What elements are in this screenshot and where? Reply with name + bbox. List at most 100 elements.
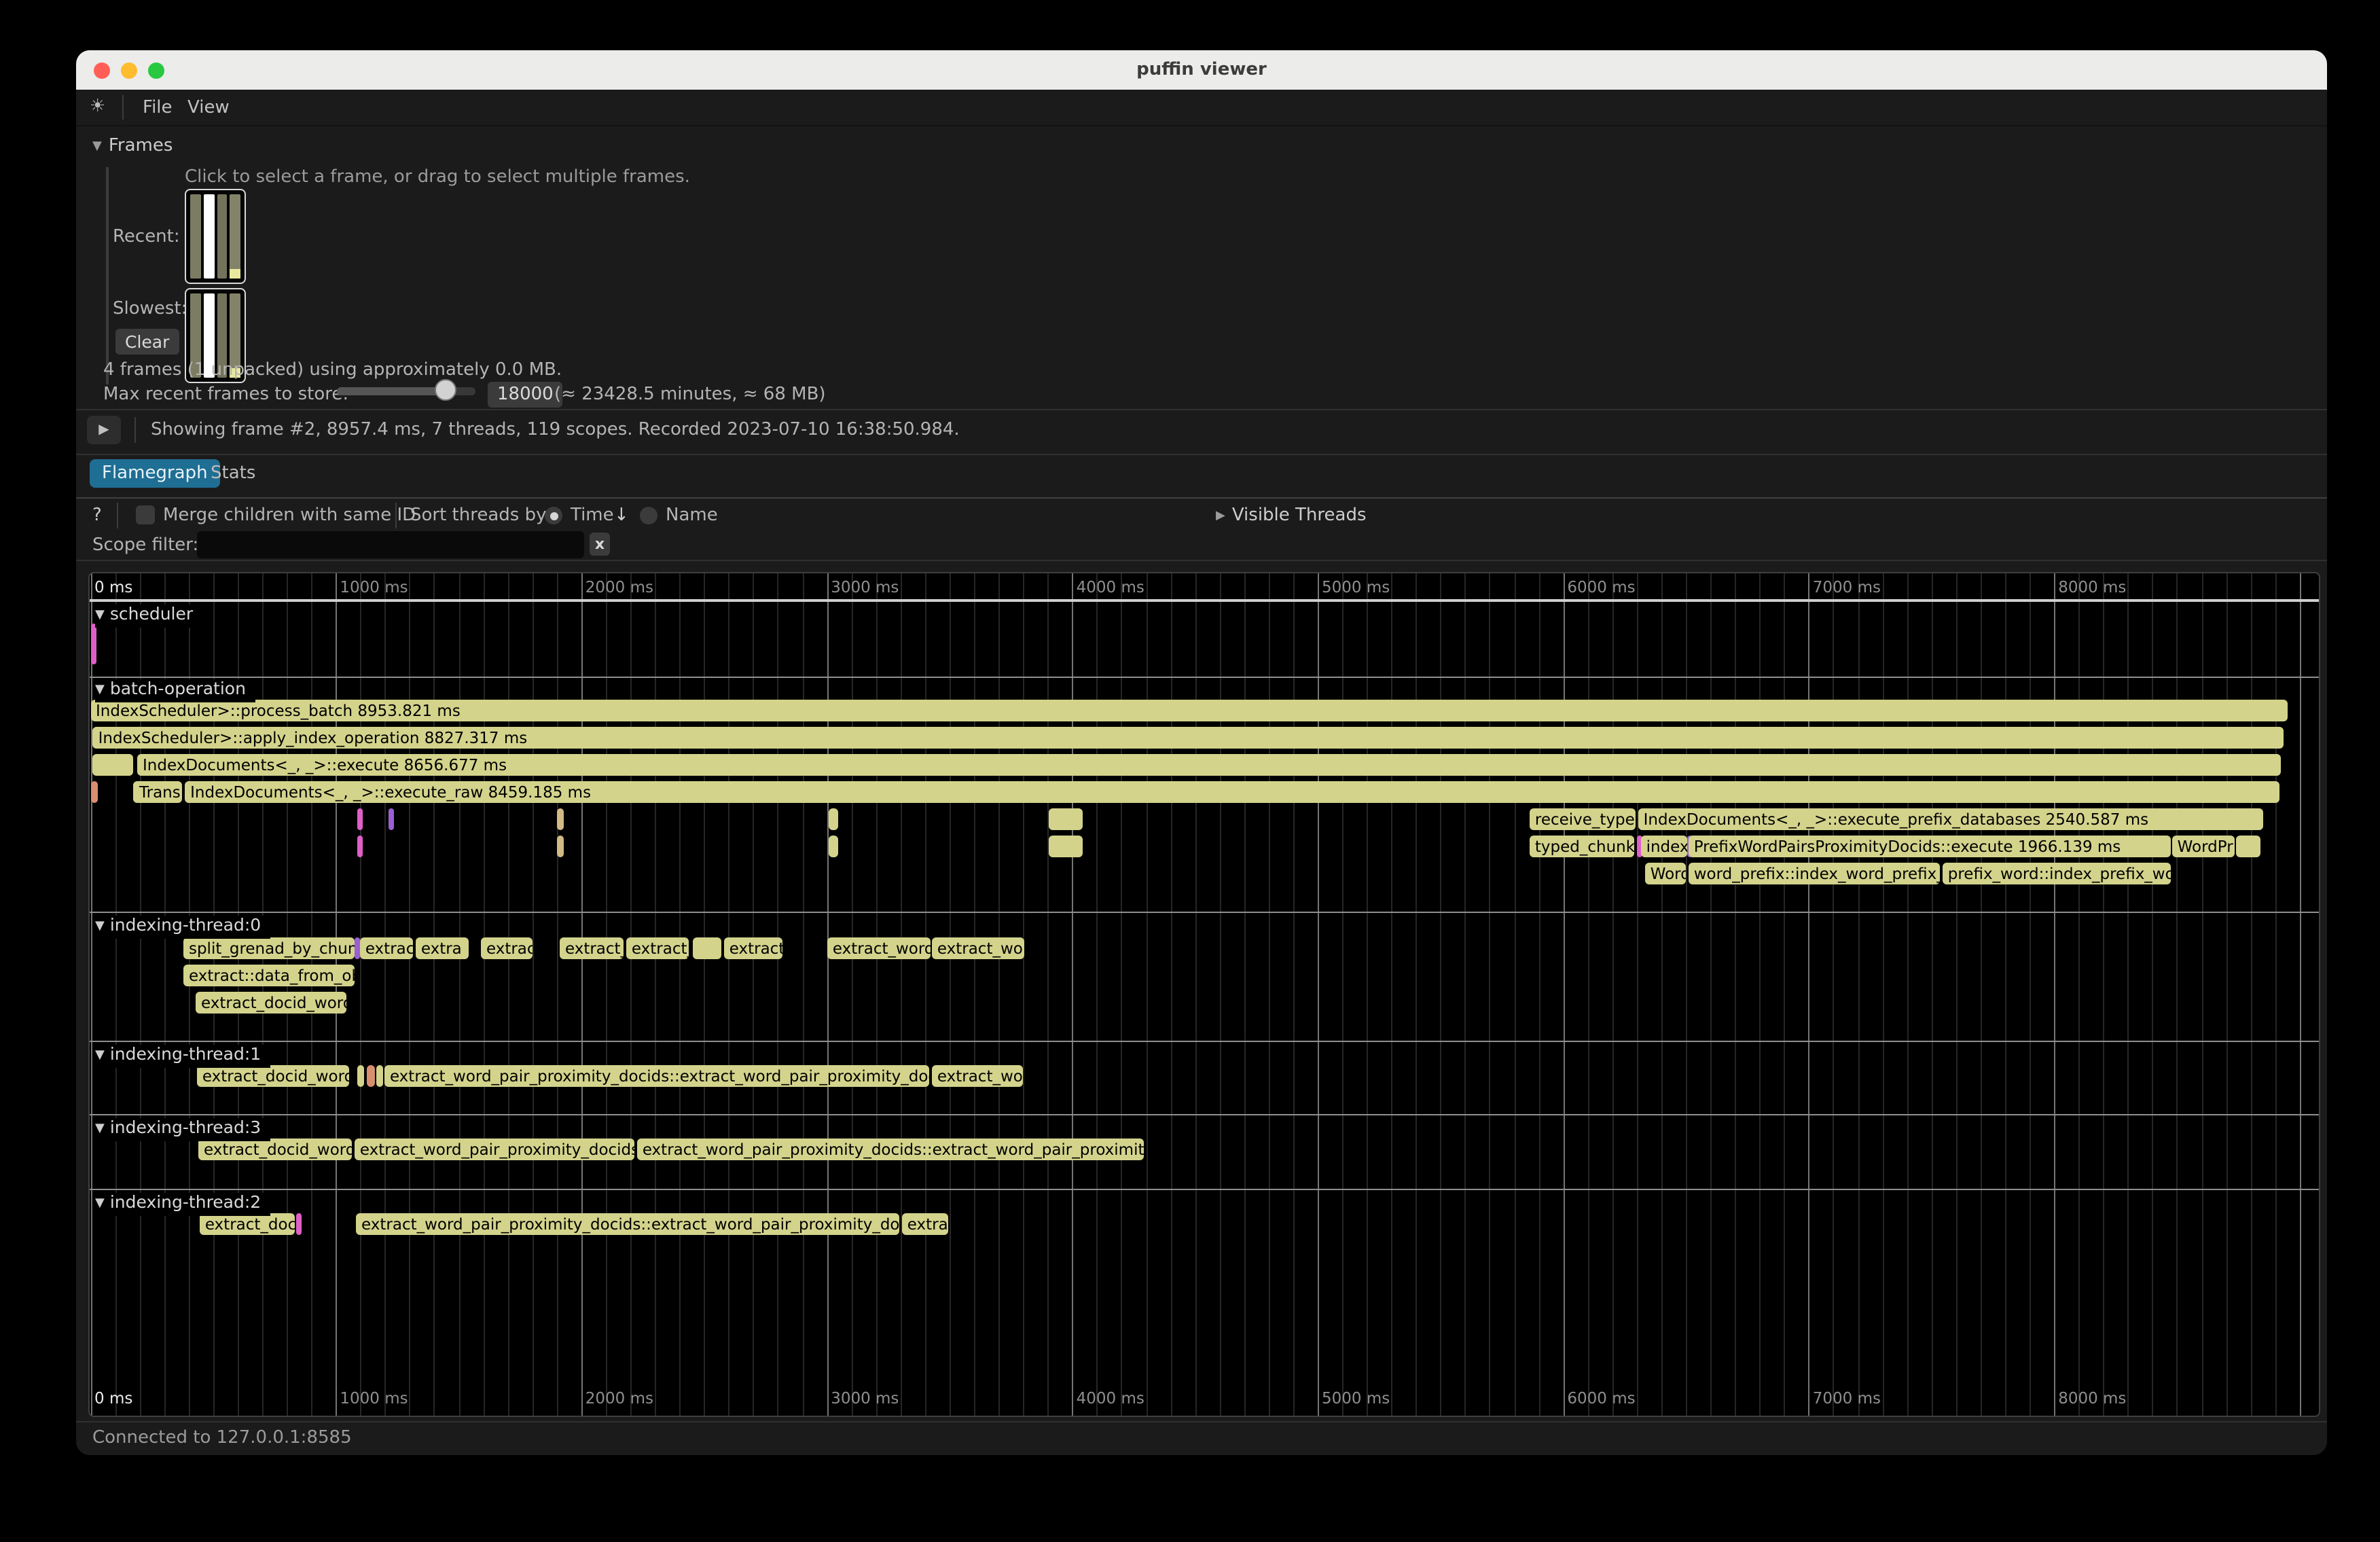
axis-tick-label: 1000 ms [340,577,408,596]
scope-bar[interactable]: extract_docid_word [198,1138,352,1160]
scope-bar[interactable] [557,808,564,830]
thread-header-scheduler[interactable]: ▼scheduler [95,605,202,628]
section-separator [90,599,2319,602]
max-frames-value[interactable]: 18000 [488,382,563,408]
scope-bar[interactable] [557,836,564,857]
scope-bar[interactable]: Trans [134,781,182,803]
scope-bar[interactable]: typed_chunk::w [1530,836,1634,857]
scope-bar[interactable] [357,836,363,857]
slider-knob[interactable] [434,379,456,401]
scope-bar[interactable]: PrefixWordPairsProximityDocids::execute … [1689,836,2171,857]
scope-bar[interactable]: extract_ [560,937,624,959]
scope-bar[interactable]: split_grenad_by_chun [183,937,355,959]
scope-bar[interactable]: extract_doc [200,1213,295,1235]
scope-bar[interactable]: IndexScheduler>::process_batch 8953.821 … [90,700,2288,721]
axis-tick-label: 8000 ms [2058,577,2126,596]
thread-header-indexing-thread:3[interactable]: ▼indexing-thread:3 [95,1118,270,1141]
help-button[interactable]: ? [92,505,102,526]
collapse-arrow-icon: ▼ [92,140,102,154]
scope-bar[interactable]: WordPr [2172,836,2235,857]
scope-bar[interactable]: extract_word [827,937,931,959]
separator [76,560,2327,561]
merge-children-checkbox[interactable] [136,505,155,524]
scope-bar[interactable] [1049,836,1083,857]
scope-bar[interactable]: extract_word_pair_proximity_docids [355,1138,634,1160]
sort-name-radio[interactable] [640,507,657,524]
thread-header-indexing-thread:0[interactable]: ▼indexing-thread:0 [95,916,270,939]
scope-bar[interactable]: extract [360,937,413,959]
sort-threads-label: Sort threads by: [410,505,551,526]
menu-file[interactable]: File [143,98,173,118]
sort-time-radio[interactable] [545,507,562,524]
scope-bar[interactable] [93,754,134,776]
axis-tick-label: 7000 ms [1813,1388,1881,1407]
scope-bar[interactable]: extract_word_pair_proximity_docids::extr… [356,1213,899,1235]
scope-bar[interactable] [295,1213,301,1235]
scope-bar[interactable] [367,1065,375,1087]
scope-bar[interactable]: IndexDocuments<_, _>::execute_prefix_dat… [1638,808,2263,830]
visible-threads-header[interactable]: ▶Visible Threads [1216,505,1367,526]
max-frames-slider[interactable] [337,387,475,395]
clear-filter-button[interactable]: x [590,533,610,556]
scope-bar[interactable]: word_prefix::index_word_prefix_ [1689,863,1940,884]
scope-bar[interactable]: index [1641,836,1687,857]
theme-toggle-icon[interactable]: ☀ [90,96,105,117]
scope-bar[interactable]: extract_word_pair_proximity_docids::extr… [384,1065,929,1087]
frame-duration-bar [230,194,241,279]
scope-bar[interactable] [357,808,363,830]
scope-bar[interactable]: extract_word_pair_proximity_docids::extr… [637,1138,1144,1160]
scope-bar[interactable] [357,1065,364,1087]
scope-bar[interactable]: IndexScheduler>::apply_index_operation 8… [93,727,2284,749]
scope-filter-input[interactable] [197,531,584,558]
scope-bar[interactable]: prefix_word::index_prefix_wo [1943,863,2171,884]
scope-bar[interactable]: extract [724,937,782,959]
scope-bar[interactable]: extrac [902,1213,948,1235]
scope-bar[interactable]: extract::data_from_ob [183,965,355,986]
play-pause-button[interactable]: ▶ [87,416,121,444]
recent-frame-thumbnail[interactable] [185,189,246,284]
status-bar-text: Connected to 127.0.0.1:8585 [92,1428,352,1448]
scope-bar[interactable] [91,624,96,664]
window-title: puffin viewer [76,60,2327,80]
thread-header-indexing-thread:2[interactable]: ▼indexing-thread:2 [95,1193,270,1216]
scope-bar[interactable] [1049,808,1083,830]
scope-bar[interactable]: Word [1645,863,1686,884]
scope-bar[interactable]: extract_wo [932,1065,1023,1087]
axis-tick-label: 1000 ms [340,1388,408,1407]
scope-bar[interactable] [91,781,98,803]
scope-bar[interactable]: extract_docid_word [197,1065,349,1087]
scope-bar[interactable] [2235,836,2260,857]
frame-duration-bar [190,194,201,279]
scope-bar[interactable] [376,1065,383,1087]
gridline [90,573,92,1416]
desktop: puffin viewer ☀ File View ▼Frames Click … [0,0,2380,1542]
scope-bar[interactable]: IndexDocuments<_, _>::execute_raw 8459.1… [185,781,2280,803]
thread-collapse-arrow-icon: ▼ [95,1122,105,1136]
clear-frames-button[interactable]: Clear [115,329,179,355]
sort-name-label: Name [666,505,718,526]
scope-bar[interactable]: extract_ [626,937,689,959]
scope-bar[interactable]: IndexDocuments<_, _>::execute 8656.677 m… [137,754,2282,776]
section-separator [90,1189,2319,1190]
axis-tick-label: 8000 ms [2058,1388,2126,1407]
frame-duration-bar [204,194,215,279]
menu-view[interactable]: View [187,98,230,118]
scope-bar[interactable]: extra [416,937,469,959]
thread-collapse-arrow-icon: ▼ [95,1049,105,1062]
scope-bar[interactable] [829,836,838,857]
sort-direction-arrow-icon[interactable]: ↓ [614,505,629,526]
scope-bar[interactable]: extract_wo [932,937,1024,959]
scope-bar[interactable] [388,808,393,830]
tab-stats[interactable]: Stats [198,459,268,488]
thread-header-indexing-thread:1[interactable]: ▼indexing-thread:1 [95,1045,270,1068]
frames-section-header[interactable]: ▼Frames [92,136,173,156]
scope-bar[interactable]: receive_typed_ [1530,808,1636,830]
thread-header-batch-operation[interactable]: ▼batch-operation [95,679,255,702]
scope-bar[interactable]: extrac [481,937,533,959]
scope-bar[interactable]: extract_docid_word [196,992,346,1014]
scope-bar[interactable] [693,937,721,959]
scope-bar[interactable] [829,808,838,830]
flamegraph-canvas[interactable]: 0 ms0 ms1000 ms1000 ms2000 ms2000 ms3000… [88,572,2320,1417]
app-window: puffin viewer ☀ File View ▼Frames Click … [76,50,2327,1455]
frames-hint: Click to select a frame, or drag to sele… [185,167,690,187]
